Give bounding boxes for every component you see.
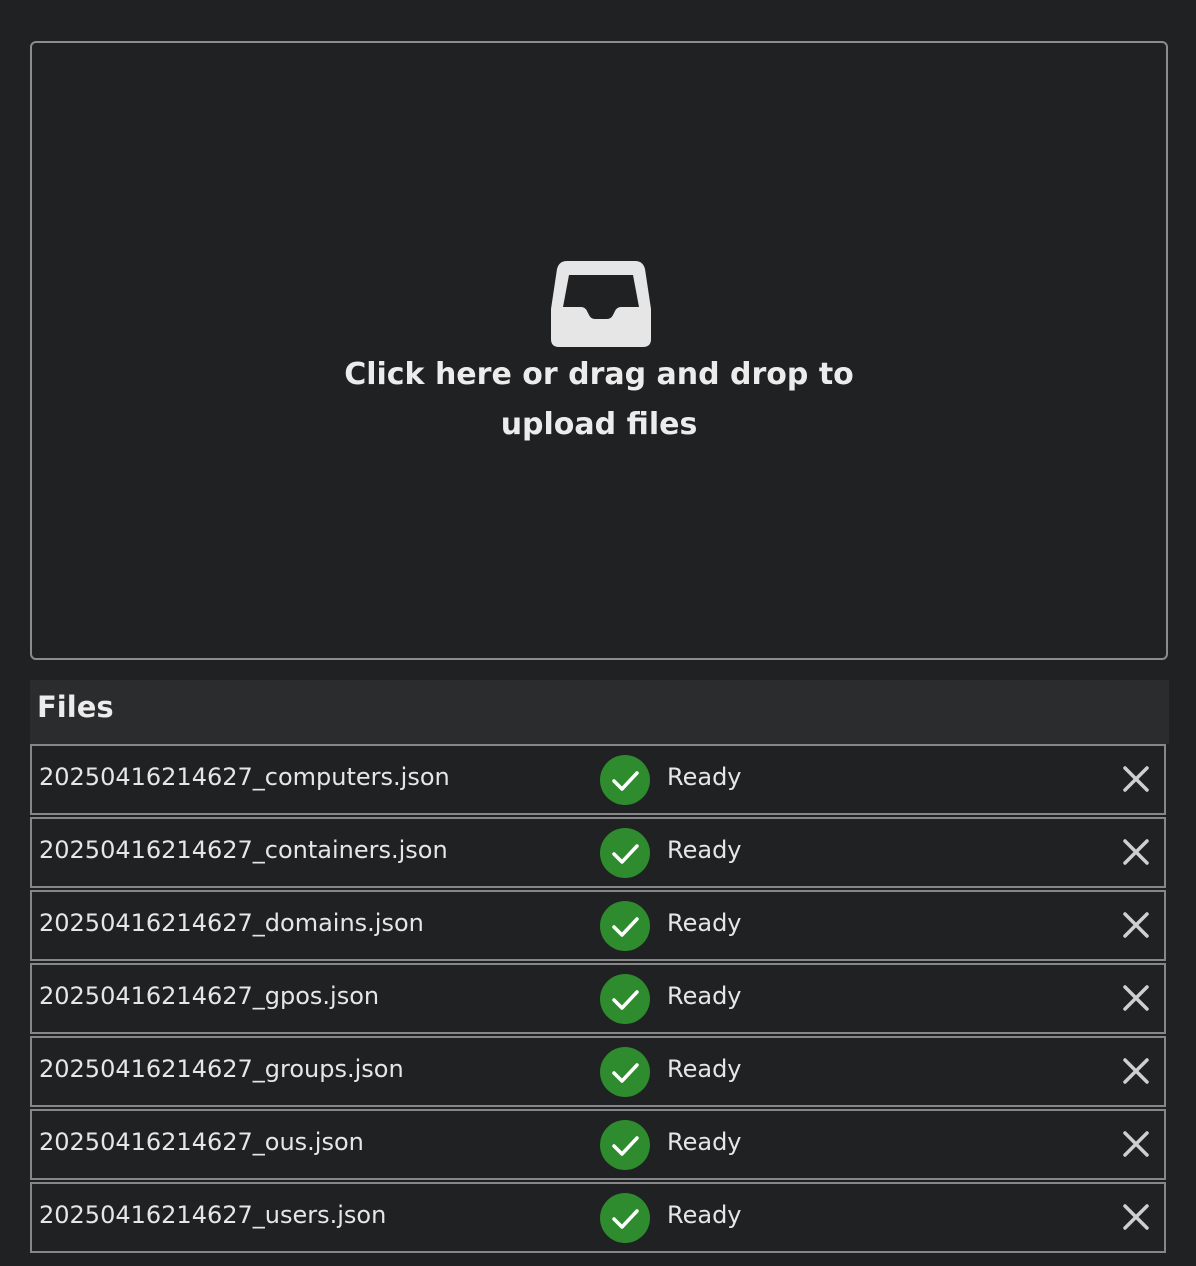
file-row: 20250416214627_ous.json Ready [30, 1109, 1166, 1180]
close-icon [1123, 1131, 1149, 1157]
check-circle-icon [600, 755, 650, 805]
check-circle-icon [600, 974, 650, 1024]
check-circle-icon [600, 1120, 650, 1170]
upload-dropzone[interactable]: Click here or drag and drop to upload fi… [30, 41, 1168, 660]
close-icon [1123, 985, 1149, 1011]
files-title: Files [37, 690, 114, 724]
remove-file-button[interactable] [1118, 980, 1154, 1016]
remove-file-button[interactable] [1118, 834, 1154, 870]
close-icon [1123, 1058, 1149, 1084]
file-row: 20250416214627_users.json Ready [30, 1182, 1166, 1253]
remove-file-button[interactable] [1118, 1199, 1154, 1235]
remove-file-button[interactable] [1118, 907, 1154, 943]
file-status: Ready [667, 982, 742, 1010]
file-name: 20250416214627_users.json [39, 1201, 387, 1229]
check-circle-icon [600, 1193, 650, 1243]
file-row: 20250416214627_gpos.json Ready [30, 963, 1166, 1034]
file-status: Ready [667, 909, 742, 937]
files-header: Files [30, 680, 1169, 744]
close-icon [1123, 839, 1149, 865]
check-circle-icon [600, 1047, 650, 1097]
file-status: Ready [667, 1055, 742, 1083]
inbox-icon [551, 261, 651, 347]
file-list: 20250416214627_computers.json Ready 2025… [30, 744, 1166, 1255]
file-row: 20250416214627_containers.json Ready [30, 817, 1166, 888]
check-circle-icon [600, 901, 650, 951]
file-status: Ready [667, 836, 742, 864]
remove-file-button[interactable] [1118, 1126, 1154, 1162]
remove-file-button[interactable] [1118, 1053, 1154, 1089]
file-row: 20250416214627_domains.json Ready [30, 890, 1166, 961]
file-name: 20250416214627_gpos.json [39, 982, 380, 1010]
remove-file-button[interactable] [1118, 761, 1154, 797]
file-name: 20250416214627_ous.json [39, 1128, 364, 1156]
file-status: Ready [667, 763, 742, 791]
file-status: Ready [667, 1128, 742, 1156]
check-circle-icon [600, 828, 650, 878]
file-row: 20250416214627_computers.json Ready [30, 744, 1166, 815]
file-name: 20250416214627_computers.json [39, 763, 450, 791]
file-status: Ready [667, 1201, 742, 1229]
close-icon [1123, 1204, 1149, 1230]
close-icon [1123, 912, 1149, 938]
file-name: 20250416214627_containers.json [39, 836, 448, 864]
file-row: 20250416214627_groups.json Ready [30, 1036, 1166, 1107]
upload-instructions: Click here or drag and drop to upload fi… [344, 357, 854, 442]
file-name: 20250416214627_groups.json [39, 1055, 404, 1083]
file-name: 20250416214627_domains.json [39, 909, 424, 937]
close-icon [1123, 766, 1149, 792]
